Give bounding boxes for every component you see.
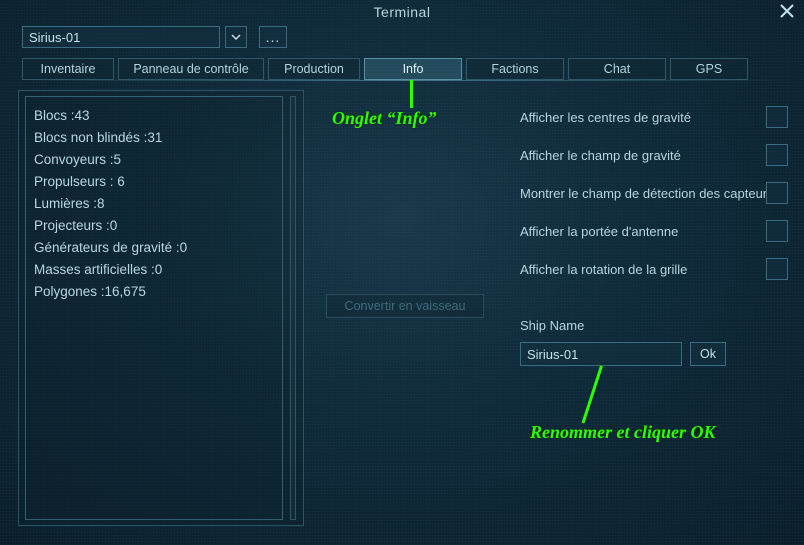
stat-row: Projecteurs :0 <box>34 215 274 237</box>
option-row: Afficher les centres de gravité <box>520 98 796 136</box>
option-label: Afficher les centres de gravité <box>520 110 766 125</box>
annotation-rename: Renommer et cliquer OK <box>530 422 716 443</box>
stat-row: Blocs non blindés :31 <box>34 127 274 149</box>
tab-label: Panneau de contrôle <box>133 62 248 76</box>
tab-label: GPS <box>696 62 722 76</box>
ok-label: Ok <box>700 347 716 361</box>
stat-row: Convoyeurs :5 <box>34 149 274 171</box>
tab-divider <box>22 80 796 81</box>
tab-chat[interactable]: Chat <box>568 58 666 80</box>
stat-row: Générateurs de gravité :0 <box>34 237 274 259</box>
stat-row: Masses artificielles :0 <box>34 259 274 281</box>
chevron-down-icon <box>230 31 242 43</box>
annotation-line <box>410 80 413 108</box>
ship-name-ok-button[interactable]: Ok <box>690 342 726 366</box>
ellipsis-icon: ... <box>266 29 281 45</box>
tab-label: Factions <box>491 62 538 76</box>
stat-row: Propulseurs : 6 <box>34 171 274 193</box>
stats-list: Blocs :43 Blocs non blindés :31 Convoyeu… <box>25 96 283 520</box>
annotation-info-tab: Onglet “Info” <box>332 108 437 129</box>
option-row: Afficher le champ de gravité <box>520 136 796 174</box>
tab-label: Production <box>284 62 344 76</box>
tab-inventaire[interactable]: Inventaire <box>22 58 114 80</box>
more-button[interactable]: ... <box>259 26 287 48</box>
ship-select-value: Sirius-01 <box>29 30 80 45</box>
tab-label: Inventaire <box>41 62 96 76</box>
annotation-line <box>582 366 603 424</box>
ship-select[interactable]: Sirius-01 <box>22 26 220 48</box>
tab-row: Inventaire Panneau de contrôle Productio… <box>22 58 796 80</box>
option-checkbox[interactable] <box>766 220 788 242</box>
display-options: Afficher les centres de gravité Afficher… <box>520 98 796 288</box>
option-row: Afficher la rotation de la grille <box>520 250 796 288</box>
convert-ship-button[interactable]: Convertir en vaisseau <box>326 294 484 318</box>
option-row: Montrer le champ de détection des capteu… <box>520 174 796 212</box>
tab-factions[interactable]: Factions <box>466 58 564 80</box>
tab-panneau-controle[interactable]: Panneau de contrôle <box>118 58 264 80</box>
option-checkbox[interactable] <box>766 258 788 280</box>
tab-label: Chat <box>604 62 630 76</box>
close-button[interactable] <box>778 2 796 20</box>
close-icon <box>778 2 796 20</box>
tab-info[interactable]: Info <box>364 58 462 80</box>
ship-name-input[interactable] <box>520 342 682 366</box>
option-label: Afficher la portée d'antenne <box>520 224 766 239</box>
option-label: Afficher la rotation de la grille <box>520 262 766 277</box>
tab-gps[interactable]: GPS <box>670 58 748 80</box>
option-checkbox[interactable] <box>766 106 788 128</box>
tab-label: Info <box>403 62 424 76</box>
stat-row: Polygones :16,675 <box>34 281 274 303</box>
convert-ship-label: Convertir en vaisseau <box>345 299 466 313</box>
stats-scrollbar[interactable] <box>290 96 296 520</box>
stat-row: Blocs :43 <box>34 105 274 127</box>
option-checkbox[interactable] <box>766 182 788 204</box>
option-checkbox[interactable] <box>766 144 788 166</box>
option-label: Afficher le champ de gravité <box>520 148 766 163</box>
option-row: Afficher la portée d'antenne <box>520 212 796 250</box>
ship-select-dropdown[interactable] <box>225 26 247 48</box>
stat-row: Lumières :8 <box>34 193 274 215</box>
window-title: Terminal <box>0 4 804 20</box>
option-label: Montrer le champ de détection des capteu… <box>520 186 766 201</box>
tab-production[interactable]: Production <box>268 58 360 80</box>
ship-name-label: Ship Name <box>520 318 584 333</box>
